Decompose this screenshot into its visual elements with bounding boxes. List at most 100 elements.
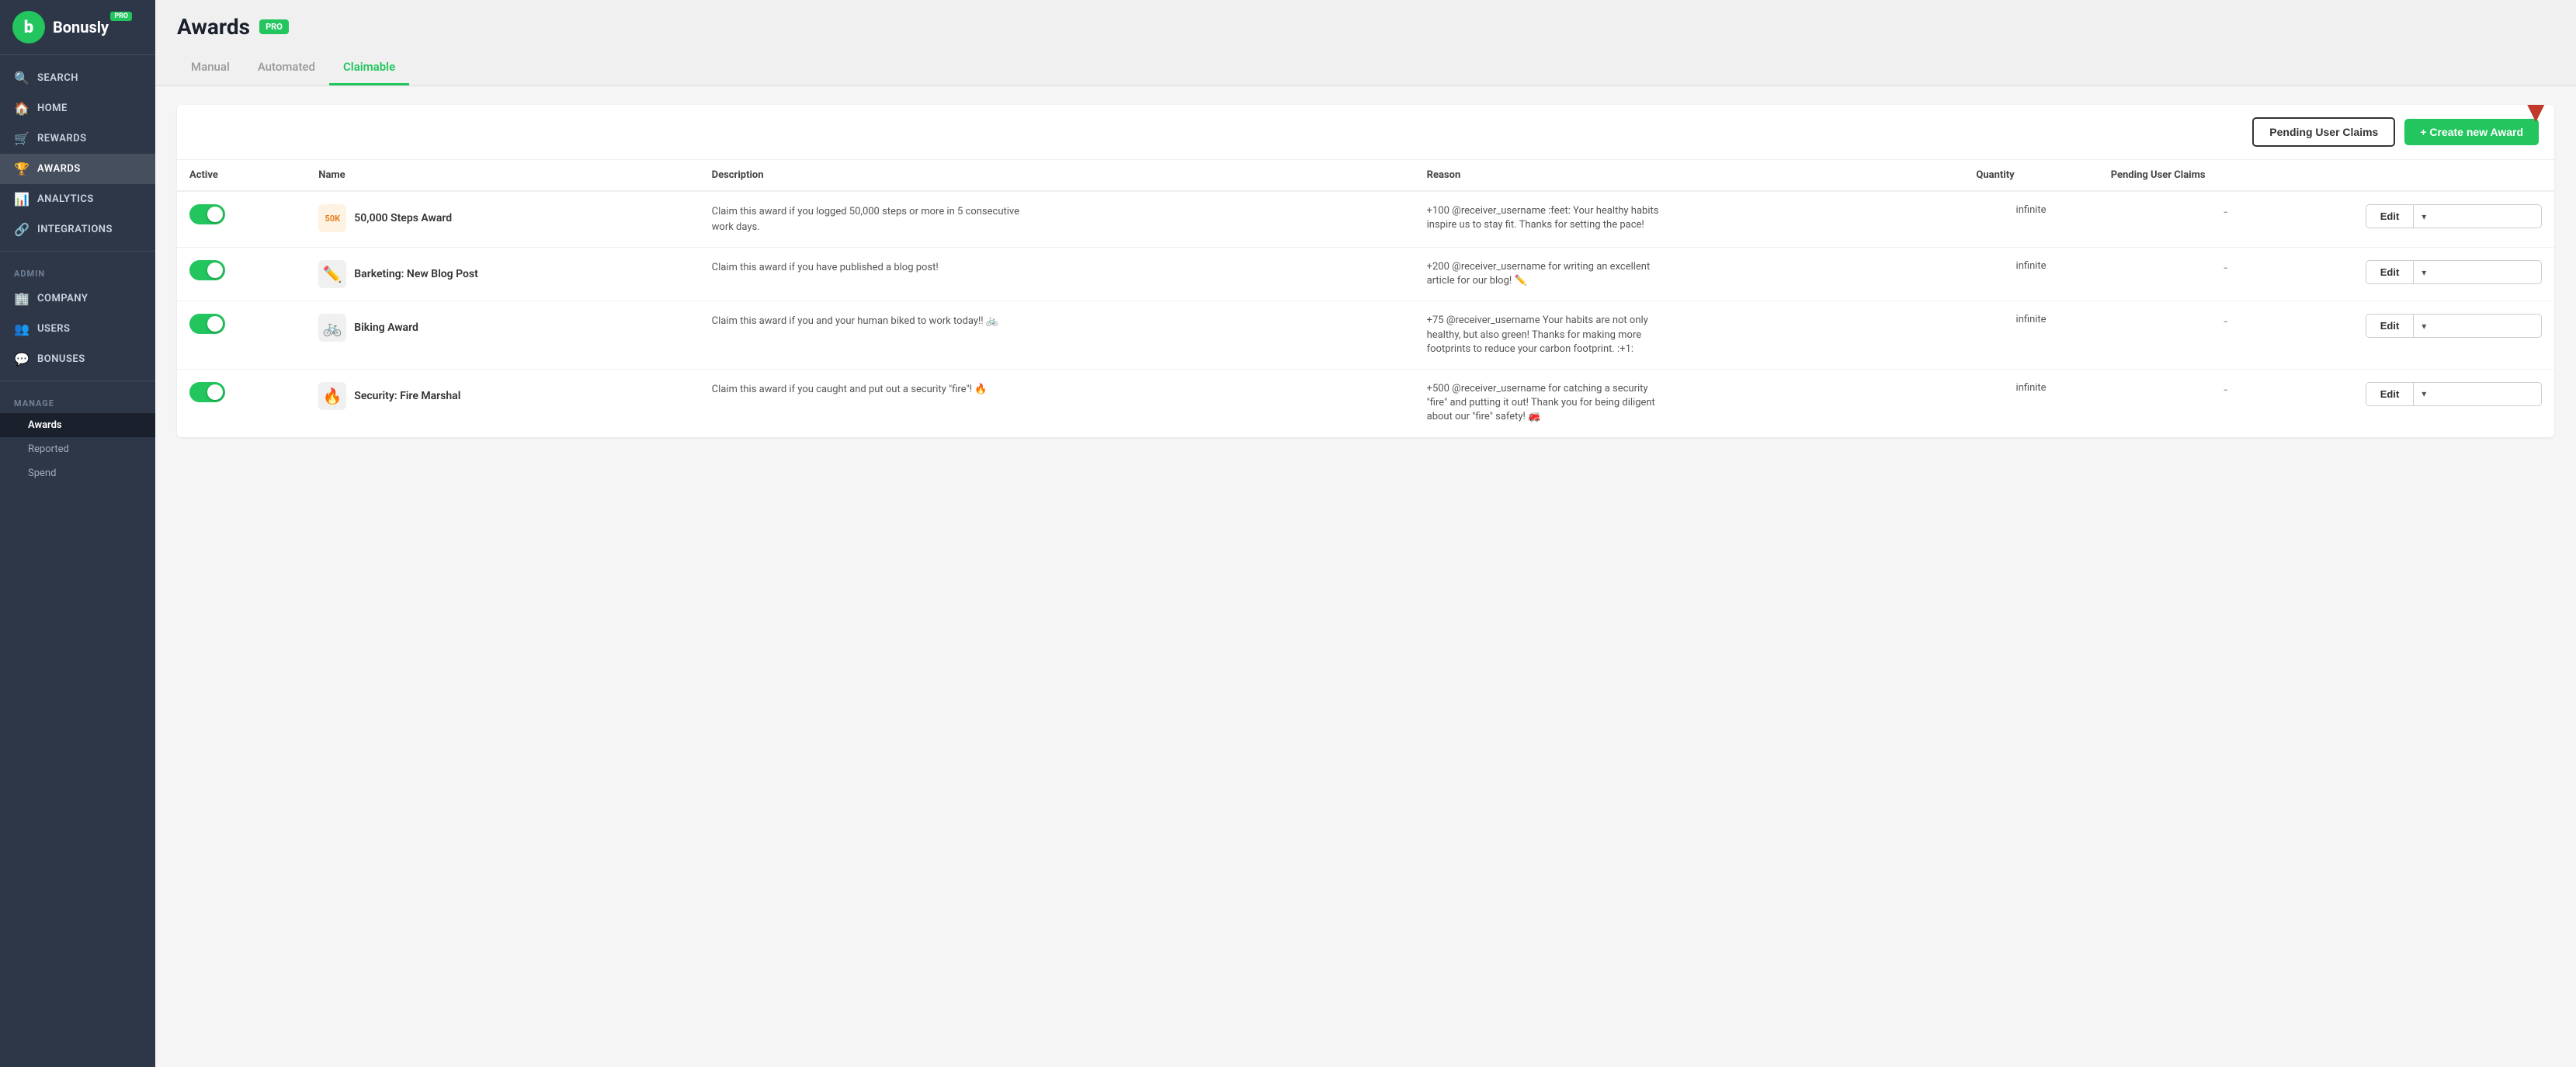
- pending-cell: -: [2099, 369, 2353, 436]
- pending-value: -: [2111, 260, 2341, 276]
- page-title: Awards: [177, 14, 250, 40]
- create-new-award-button[interactable]: + Create new Award: [2404, 119, 2539, 145]
- logo-text: Bonusly PRO: [53, 18, 109, 36]
- award-icon: 50K: [318, 204, 346, 232]
- actions-cell: Edit ▾: [2353, 301, 2554, 370]
- reason-text: +75 @receiver_username Your habits are n…: [1427, 314, 1660, 356]
- award-name: 50,000 Steps Award: [354, 212, 452, 224]
- reason-cell: +200 @receiver_username for writing an e…: [1415, 248, 1964, 301]
- sidebar-item-awards[interactable]: 🏆 Awards: [0, 154, 155, 184]
- award-name: Biking Award: [354, 321, 418, 334]
- quantity-value: infinite: [1976, 314, 2085, 325]
- active-toggle[interactable]: [189, 260, 225, 280]
- dropdown-button[interactable]: ▾: [2414, 205, 2434, 228]
- table-row: 50K 50,000 Steps Award Claim this award …: [177, 191, 2554, 248]
- main-content: Awards PRO Manual Automated Claimable Pe…: [155, 0, 2576, 1067]
- quantity-value: infinite: [1976, 260, 2085, 272]
- dropdown-button[interactable]: ▾: [2414, 315, 2434, 337]
- reason-cell: +500 @receiver_username for catching a s…: [1415, 369, 1964, 436]
- sidebar-item-rewards[interactable]: 🛒 Rewards: [0, 123, 155, 154]
- search-icon: 🔍: [14, 71, 30, 85]
- tab-manual[interactable]: Manual: [177, 52, 244, 85]
- active-cell: [177, 191, 306, 248]
- sidebar-item-bonuses[interactable]: 💬 Bonuses: [0, 344, 155, 374]
- name-cell: ✏️ Barketing: New Blog Post: [306, 248, 699, 301]
- award-icon-cell: 🔥 Security: Fire Marshal: [318, 382, 686, 410]
- logo-icon: b: [12, 11, 45, 43]
- name-cell: 🔥 Security: Fire Marshal: [306, 369, 699, 436]
- active-cell: [177, 369, 306, 436]
- awards-table: Active Name Description Reason Quantity …: [177, 160, 2554, 437]
- sidebar-item-label: Home: [37, 103, 68, 114]
- admin-section-label: Admin: [0, 258, 155, 283]
- tab-automated[interactable]: Automated: [244, 52, 329, 85]
- quantity-cell: infinite: [1963, 369, 2098, 436]
- quantity-cell: infinite: [1963, 301, 2098, 370]
- award-icon: 🔥: [318, 382, 346, 410]
- edit-button[interactable]: Edit: [2366, 205, 2415, 228]
- tab-claimable[interactable]: Claimable: [329, 52, 409, 85]
- sidebar-item-users[interactable]: 👥 Users: [0, 314, 155, 344]
- pending-value: -: [2111, 314, 2341, 330]
- dropdown-button[interactable]: ▾: [2414, 261, 2434, 283]
- analytics-icon: 📊: [14, 192, 30, 207]
- sidebar-item-search[interactable]: 🔍 Search: [0, 63, 155, 93]
- col-quantity: Quantity: [1963, 160, 2098, 191]
- actions-cell: Edit ▾: [2353, 369, 2554, 436]
- sidebar-item-integrations[interactable]: 🔗 Integrations: [0, 214, 155, 245]
- page-title-row: Awards PRO: [177, 14, 2554, 40]
- content-header: Pending User Claims + Create new Award: [177, 105, 2554, 160]
- award-icon: ✏️: [318, 260, 346, 288]
- desc-cell: Claim this award if you logged 50,000 st…: [700, 191, 1415, 248]
- quantity-cell: infinite: [1963, 191, 2098, 248]
- sidebar-item-label: Users: [37, 323, 71, 335]
- award-icon: 🚲: [318, 314, 346, 342]
- description-text: Claim this award if you have published a…: [712, 260, 1022, 276]
- name-cell: 50K 50,000 Steps Award: [306, 191, 699, 248]
- sidebar-item-label: Awards: [37, 163, 81, 175]
- sidebar-item-home[interactable]: 🏠 Home: [0, 93, 155, 123]
- company-icon: 🏢: [14, 291, 30, 306]
- quantity-cell: infinite: [1963, 248, 2098, 301]
- active-cell: [177, 248, 306, 301]
- sidebar-divider: [0, 251, 155, 252]
- sidebar-item-analytics[interactable]: 📊 Analytics: [0, 184, 155, 214]
- active-cell: [177, 301, 306, 370]
- reason-text: +500 @receiver_username for catching a s…: [1427, 382, 1660, 425]
- edit-button-group: Edit ▾: [2366, 314, 2542, 338]
- actions-cell: Edit ▾: [2353, 191, 2554, 248]
- sidebar-item-label: Integrations: [37, 224, 113, 235]
- quantity-value: infinite: [1976, 204, 2085, 216]
- table-row: ✏️ Barketing: New Blog Post Claim this a…: [177, 248, 2554, 301]
- active-toggle[interactable]: [189, 314, 225, 334]
- desc-cell: Claim this award if you caught and put o…: [700, 369, 1415, 436]
- edit-button[interactable]: Edit: [2366, 315, 2415, 337]
- sidebar-subitem-spend[interactable]: Spend: [0, 461, 155, 485]
- sidebar-subitem-reported[interactable]: Reported: [0, 437, 155, 461]
- sidebar-item-label: Analytics: [37, 193, 94, 205]
- sidebar-subitem-awards[interactable]: Awards: [0, 413, 155, 437]
- edit-button-group: Edit ▾: [2366, 382, 2542, 406]
- edit-button[interactable]: Edit: [2366, 383, 2415, 405]
- quantity-value: infinite: [1976, 382, 2085, 394]
- description-text: Claim this award if you logged 50,000 st…: [712, 204, 1022, 235]
- sidebar-item-label: Company: [37, 293, 88, 304]
- edit-button[interactable]: Edit: [2366, 261, 2415, 283]
- edit-button-group: Edit ▾: [2366, 204, 2542, 228]
- active-toggle[interactable]: [189, 382, 225, 402]
- desc-cell: Claim this award if you and your human b…: [700, 301, 1415, 370]
- edit-button-group: Edit ▾: [2366, 260, 2542, 284]
- dropdown-button[interactable]: ▾: [2414, 383, 2434, 405]
- main-nav: 🔍 Search 🏠 Home 🛒 Rewards 🏆 Awards 📊 Ana…: [0, 55, 155, 493]
- active-toggle[interactable]: [189, 204, 225, 224]
- sidebar-item-label: Rewards: [37, 133, 87, 144]
- table-row: 🚲 Biking Award Claim this award if you a…: [177, 301, 2554, 370]
- table-row: 🔥 Security: Fire Marshal Claim this awar…: [177, 369, 2554, 436]
- logo-pro-badge: PRO: [110, 12, 132, 21]
- pending-cell: -: [2099, 248, 2353, 301]
- sidebar-item-company[interactable]: 🏢 Company: [0, 283, 155, 314]
- pending-cell: -: [2099, 191, 2353, 248]
- reason-cell: +75 @receiver_username Your habits are n…: [1415, 301, 1964, 370]
- sidebar-item-label: Bonuses: [37, 353, 85, 365]
- pending-user-claims-button[interactable]: Pending User Claims: [2252, 117, 2395, 147]
